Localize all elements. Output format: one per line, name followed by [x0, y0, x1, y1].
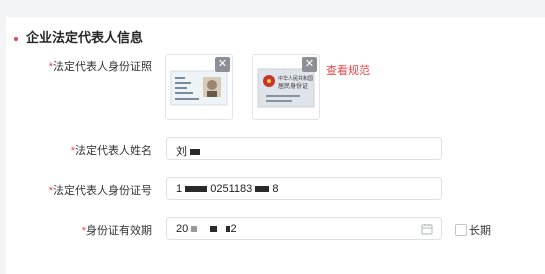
long-term-checkbox[interactable]: [455, 224, 467, 236]
validity-value: 20 2: [176, 223, 237, 235]
validity-mask: [191, 226, 198, 233]
name-input[interactable]: 刘: [166, 137, 442, 160]
id-number-label: *法定代表人身份证号: [6, 184, 152, 198]
id-photo-label-text: 法定代表人身份证照: [53, 61, 152, 73]
section-title-text: 企业法定代表人信息: [26, 30, 144, 45]
remove-back-photo-button[interactable]: ✕: [302, 57, 317, 72]
close-icon: ✕: [304, 58, 315, 70]
validity-head: 20: [176, 223, 189, 235]
view-spec-link[interactable]: 查看规范: [326, 62, 370, 78]
validity-date-input[interactable]: 20 2: [166, 217, 442, 240]
id-number-mask: [255, 186, 270, 193]
id-number-mask: [185, 186, 208, 193]
name-mask: [190, 149, 201, 156]
name-value: 刘: [176, 143, 201, 159]
id-number-input[interactable]: 1 0251183 8: [166, 177, 442, 200]
validity-mask: [210, 226, 218, 233]
calendar-icon[interactable]: [421, 223, 433, 235]
back-card-title: 中华人民共和国: [278, 75, 313, 82]
section-title: 企业法定代表人信息: [14, 27, 143, 46]
id-number-mid: 0251183: [210, 183, 253, 195]
id-number-tail: 8: [272, 183, 279, 195]
id-front-upload[interactable]: ✕: [165, 54, 233, 120]
back-card-subtitle: 居民身份证: [278, 82, 308, 90]
id-number-head: 1: [176, 183, 183, 195]
section-dot: [14, 36, 18, 41]
validity-label-text: 身份证有效期: [86, 225, 152, 237]
name-label: *法定代表人姓名: [6, 144, 152, 158]
name-label-text: 法定代表人姓名: [75, 145, 152, 157]
validity-tail: 2: [230, 223, 237, 235]
close-icon: ✕: [217, 58, 228, 70]
validity-label: *身份证有效期: [6, 224, 152, 238]
name-value-text: 刘: [176, 146, 187, 158]
id-number-value: 1 0251183 8: [176, 183, 279, 195]
id-back-upload[interactable]: 中华人民共和国 居民身份证 ✕: [252, 54, 320, 120]
form-card: 企业法定代表人信息 *法定代表人身份证照 ✕ 中华人民共和国 居民身份证 ✕ 查…: [6, 17, 545, 274]
remove-front-photo-button[interactable]: ✕: [215, 57, 230, 72]
id-photo-label: *法定代表人身份证照: [6, 60, 152, 74]
long-term-label[interactable]: 长期: [469, 222, 491, 238]
id-number-label-text: 法定代表人身份证号: [53, 185, 152, 197]
